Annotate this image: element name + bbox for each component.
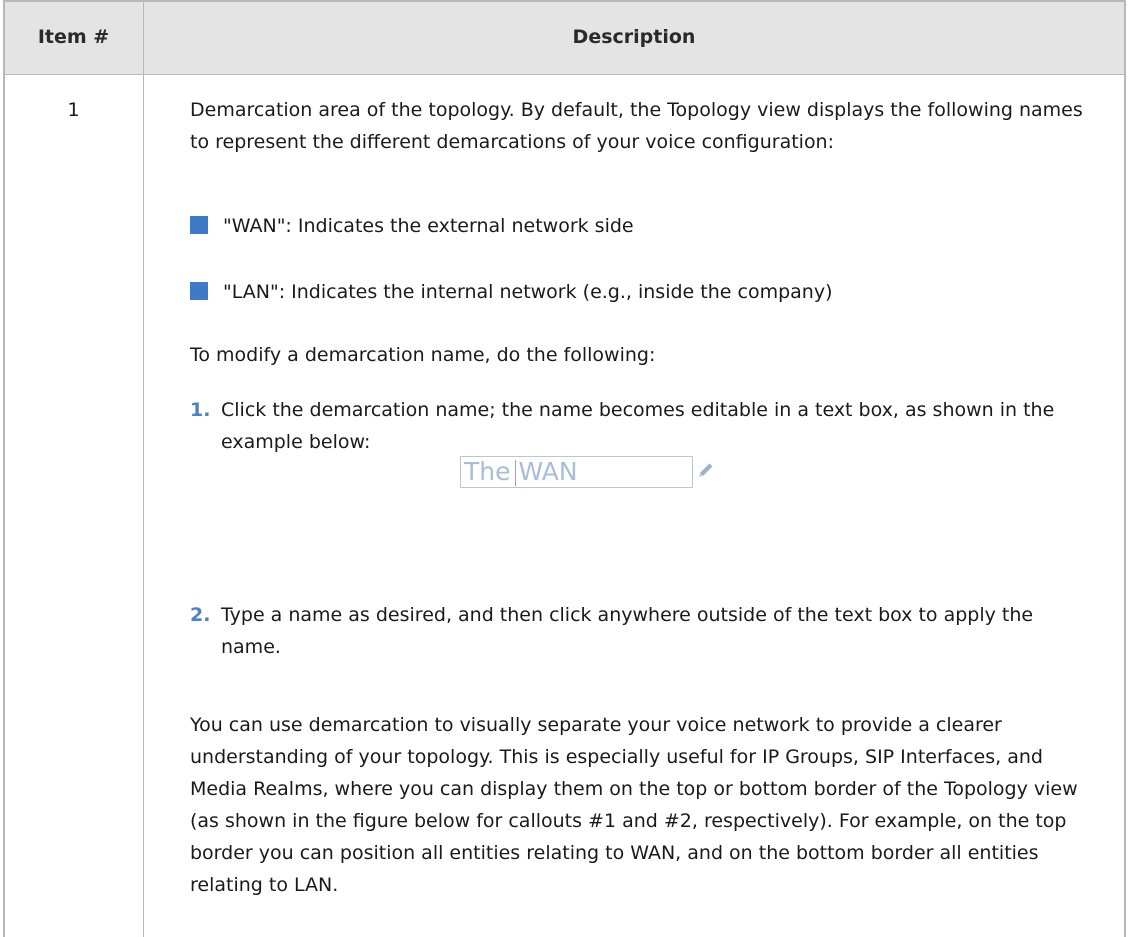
bullet-item-wan: "WAN": Indicates the external network si… <box>190 210 1090 242</box>
step-text: Click the demarcation name; the name bec… <box>221 399 1055 453</box>
closing-paragraph: You can use demarcation to visually sepa… <box>190 714 1078 896</box>
modify-intro: To modify a demarcation name, do the fol… <box>190 344 656 366</box>
table-border-left <box>3 0 5 937</box>
pencil-icon <box>699 463 713 477</box>
step-number: 2. <box>190 604 211 626</box>
step-text: Type a name as desired, and then click a… <box>221 604 1034 658</box>
example-demarcation-textbox: The WAN <box>460 456 715 492</box>
header-divider <box>3 74 1126 75</box>
header-item-number: Item # <box>37 26 110 48</box>
bullet-text: "WAN": Indicates the external network si… <box>223 215 634 237</box>
description-table: Item # Description 1 Demarcation area of… <box>0 0 1129 937</box>
text-cursor <box>515 460 516 486</box>
table-border-right <box>1124 0 1126 937</box>
bullet-square-icon <box>190 216 208 234</box>
intro-paragraph: Demarcation area of the topology. By def… <box>190 99 1083 153</box>
demarcation-name-input: The WAN <box>460 456 693 488</box>
header-description: Description <box>572 26 696 48</box>
bullet-square-icon <box>190 282 208 300</box>
demarcation-name-value: The WAN <box>464 457 578 486</box>
bullet-item-lan: "LAN": Indicates the internal network (e… <box>190 276 1090 308</box>
column-divider <box>143 0 144 937</box>
bullet-text: "LAN": Indicates the internal network (e… <box>223 281 833 303</box>
step-number: 1. <box>190 399 211 421</box>
row-item-number: 1 <box>67 99 80 121</box>
